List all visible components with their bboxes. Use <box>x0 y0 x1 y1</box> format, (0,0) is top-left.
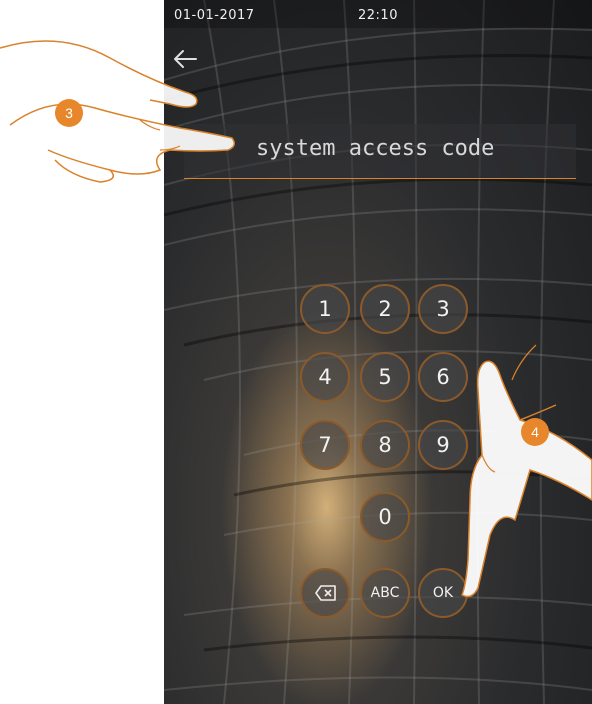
key-7[interactable]: 7 <box>300 420 350 470</box>
key-6[interactable]: 6 <box>418 352 468 402</box>
back-button[interactable] <box>170 46 200 72</box>
ok-button[interactable]: OK <box>418 568 468 618</box>
key-8[interactable]: 8 <box>360 420 410 470</box>
backspace-icon <box>315 585 336 601</box>
key-3[interactable]: 3 <box>418 284 468 334</box>
step-3-callout: 3 <box>55 99 83 127</box>
access-code-placeholder: system access code <box>256 136 495 161</box>
key-5[interactable]: 5 <box>360 352 410 402</box>
key-4[interactable]: 4 <box>300 352 350 402</box>
key-0[interactable]: 0 <box>360 492 410 542</box>
status-bar: 01-01-2017 22:10 <box>164 0 592 28</box>
abc-button[interactable]: ABC <box>360 568 410 618</box>
key-1[interactable]: 1 <box>300 284 350 334</box>
key-9[interactable]: 9 <box>418 420 468 470</box>
access-code-input[interactable]: system access code <box>184 124 576 179</box>
arrow-left-icon <box>174 50 197 68</box>
key-2[interactable]: 2 <box>360 284 410 334</box>
status-time: 22:10 <box>358 8 398 23</box>
status-date: 01-01-2017 <box>174 8 255 23</box>
step-4-callout: 4 <box>521 418 549 446</box>
backspace-button[interactable] <box>300 568 350 618</box>
device-screen: 01-01-2017 22:10 system access code 1 2 … <box>164 0 592 704</box>
